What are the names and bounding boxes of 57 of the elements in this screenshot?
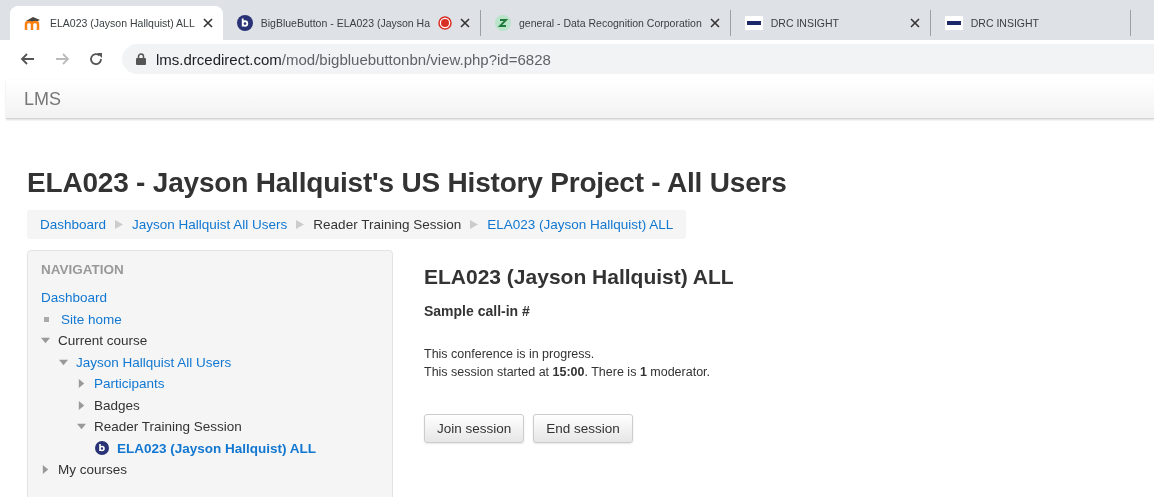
nav-item[interactable]: My courses: [58, 462, 128, 478]
nav-link[interactable]: Jayson Hallquist All Users: [76, 354, 232, 370]
nav-item[interactable]: Reader Training Session: [94, 419, 242, 435]
call-in-label: Sample call-in #: [424, 303, 531, 319]
collapsed-arrow-icon[interactable]: [77, 400, 86, 410]
breadcrumb-item[interactable]: Reader Training Session: [313, 217, 462, 232]
separator-icon: [470, 220, 479, 229]
drc-logo-icon: [944, 16, 963, 30]
page-title: ELA023 - Jayson Hallquist's US History Project - All Users: [27, 167, 788, 199]
tab-title: BigBlueButton - ELA023 (Jayson Ha: [260, 17, 431, 29]
status-text: This session started at 15:00. There is 1 moderator.: [424, 364, 712, 381]
panel-title: NAVIGATION: [41, 262, 125, 277]
collapsed-arrow-icon[interactable]: [77, 379, 86, 389]
nav-item[interactable]: Current course: [58, 333, 148, 349]
drc-logo-icon: [744, 16, 763, 30]
separator-icon: [115, 220, 124, 229]
breadcrumb-link[interactable]: ELA023 (Jayson Hallquist) ALL: [487, 217, 674, 232]
nav-link[interactable]: Participants: [94, 376, 165, 392]
tab-title: general - Data Recognition Corporation: [519, 17, 702, 29]
browser-tab[interactable]: ELA023 (Jayson Hallquist) ALL: [10, 6, 223, 40]
bigbluebutton-icon: [95, 441, 109, 456]
close-icon[interactable]: [460, 18, 471, 28]
expanded-arrow-icon[interactable]: [41, 336, 50, 346]
nav-link[interactable]: Dashboard: [41, 290, 108, 306]
bigbluebutton-icon: [236, 15, 253, 31]
collapsed-arrow-icon[interactable]: [41, 465, 50, 475]
expanded-arrow-icon[interactable]: [77, 422, 86, 432]
session-button[interactable]: End session: [533, 414, 633, 443]
bullet-icon: [44, 316, 49, 322]
close-icon[interactable]: [909, 18, 920, 28]
tab-title: DRC INSIGHT: [770, 17, 840, 29]
browser-tab[interactable]: BigBlueButton - ELA023 (Jayson Ha: [222, 10, 482, 36]
breadcrumb-link[interactable]: Dashboard: [40, 217, 107, 232]
site-brand[interactable]: LMS: [24, 88, 61, 110]
tab-title: DRC INSIGHT: [970, 17, 1040, 29]
reload-icon[interactable]: [88, 51, 104, 67]
z-logo-icon: [495, 15, 512, 31]
lock-icon: [136, 53, 146, 65]
tab-title: ELA023 (Jayson Hallquist) ALL: [50, 17, 195, 29]
close-icon[interactable]: [202, 18, 213, 28]
separator-icon: [296, 220, 305, 229]
status-text: This conference is in progress.: [424, 346, 596, 363]
browser-tab[interactable]: DRC INSIGHT: [930, 10, 1131, 36]
nav-item[interactable]: Badges: [94, 397, 140, 413]
nav-link[interactable]: Site home: [61, 311, 122, 327]
back-icon[interactable]: [20, 51, 36, 67]
address-bar[interactable]: lms.drcedirect.com/mod/bigbluebuttonbn/view.php?id=6828: [122, 44, 1154, 74]
browser-tab[interactable]: DRC INSIGHT: [730, 10, 931, 36]
nav-link[interactable]: ELA023 (Jayson Hallquist) ALL: [117, 440, 317, 456]
activity-heading: ELA023 (Jayson Hallquist) ALL: [424, 265, 734, 289]
session-button[interactable]: Join session: [424, 414, 525, 443]
browser-tab[interactable]: general - Data Recognition Corporation: [481, 10, 731, 36]
expanded-arrow-icon[interactable]: [59, 357, 68, 367]
mortarboard-icon: [24, 15, 42, 31]
close-icon[interactable]: [709, 18, 720, 28]
url-text: lms.drcedirect.com/mod/bigbluebuttonbn/view.php?id=6828: [156, 50, 551, 68]
breadcrumb-link[interactable]: Jayson Hallquist All Users: [132, 217, 288, 232]
